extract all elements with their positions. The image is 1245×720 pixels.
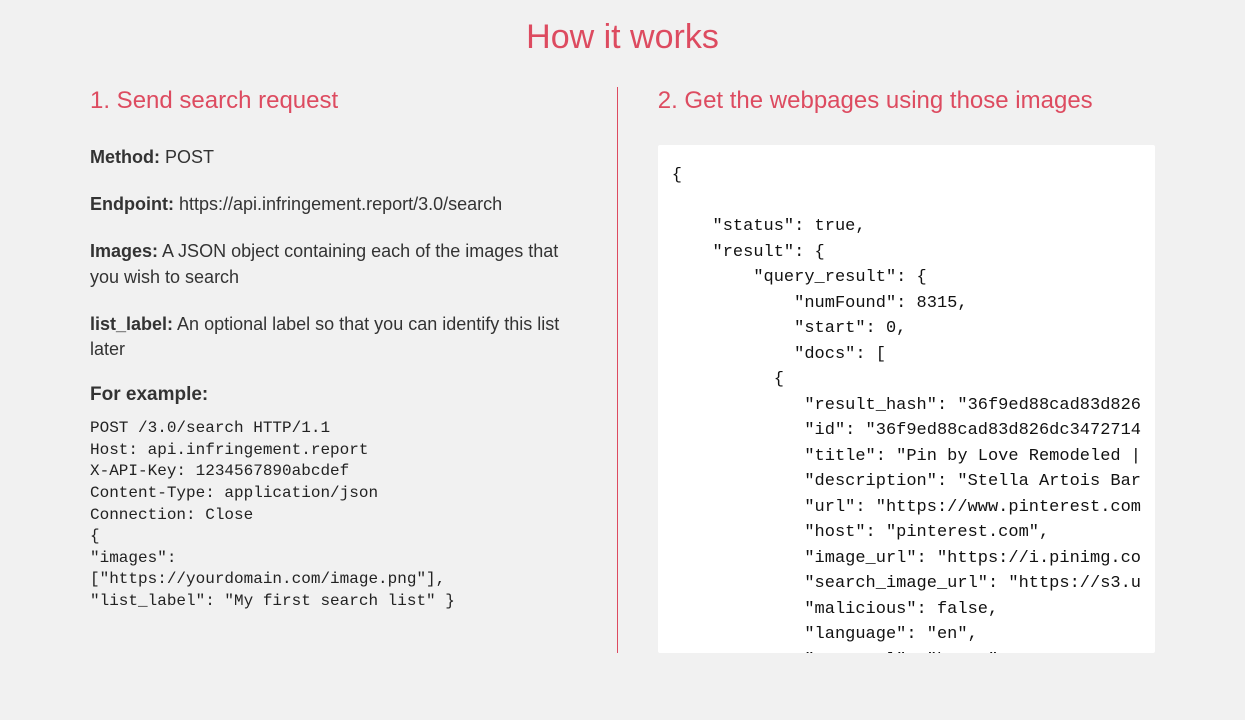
- columns: 1. Send search request Method: POST Endp…: [0, 87, 1245, 653]
- endpoint-value: https://api.infringement.report/3.0/sear…: [179, 194, 502, 214]
- response-box[interactable]: { "status": true, "result": { "query_res…: [658, 145, 1155, 653]
- images-row: Images: A JSON object containing each of…: [90, 239, 577, 289]
- images-label: Images:: [90, 241, 158, 261]
- method-row: Method: POST: [90, 145, 577, 170]
- endpoint-row: Endpoint: https://api.infringement.repor…: [90, 192, 577, 217]
- list-label-row: list_label: An optional label so that yo…: [90, 312, 577, 362]
- step1-column: 1. Send search request Method: POST Endp…: [90, 87, 617, 653]
- list-label-label: list_label:: [90, 314, 173, 334]
- method-value: POST: [165, 147, 214, 167]
- step1-heading: 1. Send search request: [90, 87, 577, 115]
- request-example-code: POST /3.0/search HTTP/1.1 Host: api.infr…: [90, 418, 577, 612]
- for-example-heading: For example:: [90, 384, 577, 406]
- page-title: How it works: [0, 0, 1245, 87]
- step2-heading: 2. Get the webpages using those images: [658, 87, 1155, 115]
- method-label: Method:: [90, 147, 160, 167]
- response-code: { "status": true, "result": { "query_res…: [672, 163, 1141, 653]
- images-value: A JSON object containing each of the ima…: [90, 241, 558, 286]
- endpoint-label: Endpoint:: [90, 194, 174, 214]
- step2-column: 2. Get the webpages using those images {…: [617, 87, 1155, 653]
